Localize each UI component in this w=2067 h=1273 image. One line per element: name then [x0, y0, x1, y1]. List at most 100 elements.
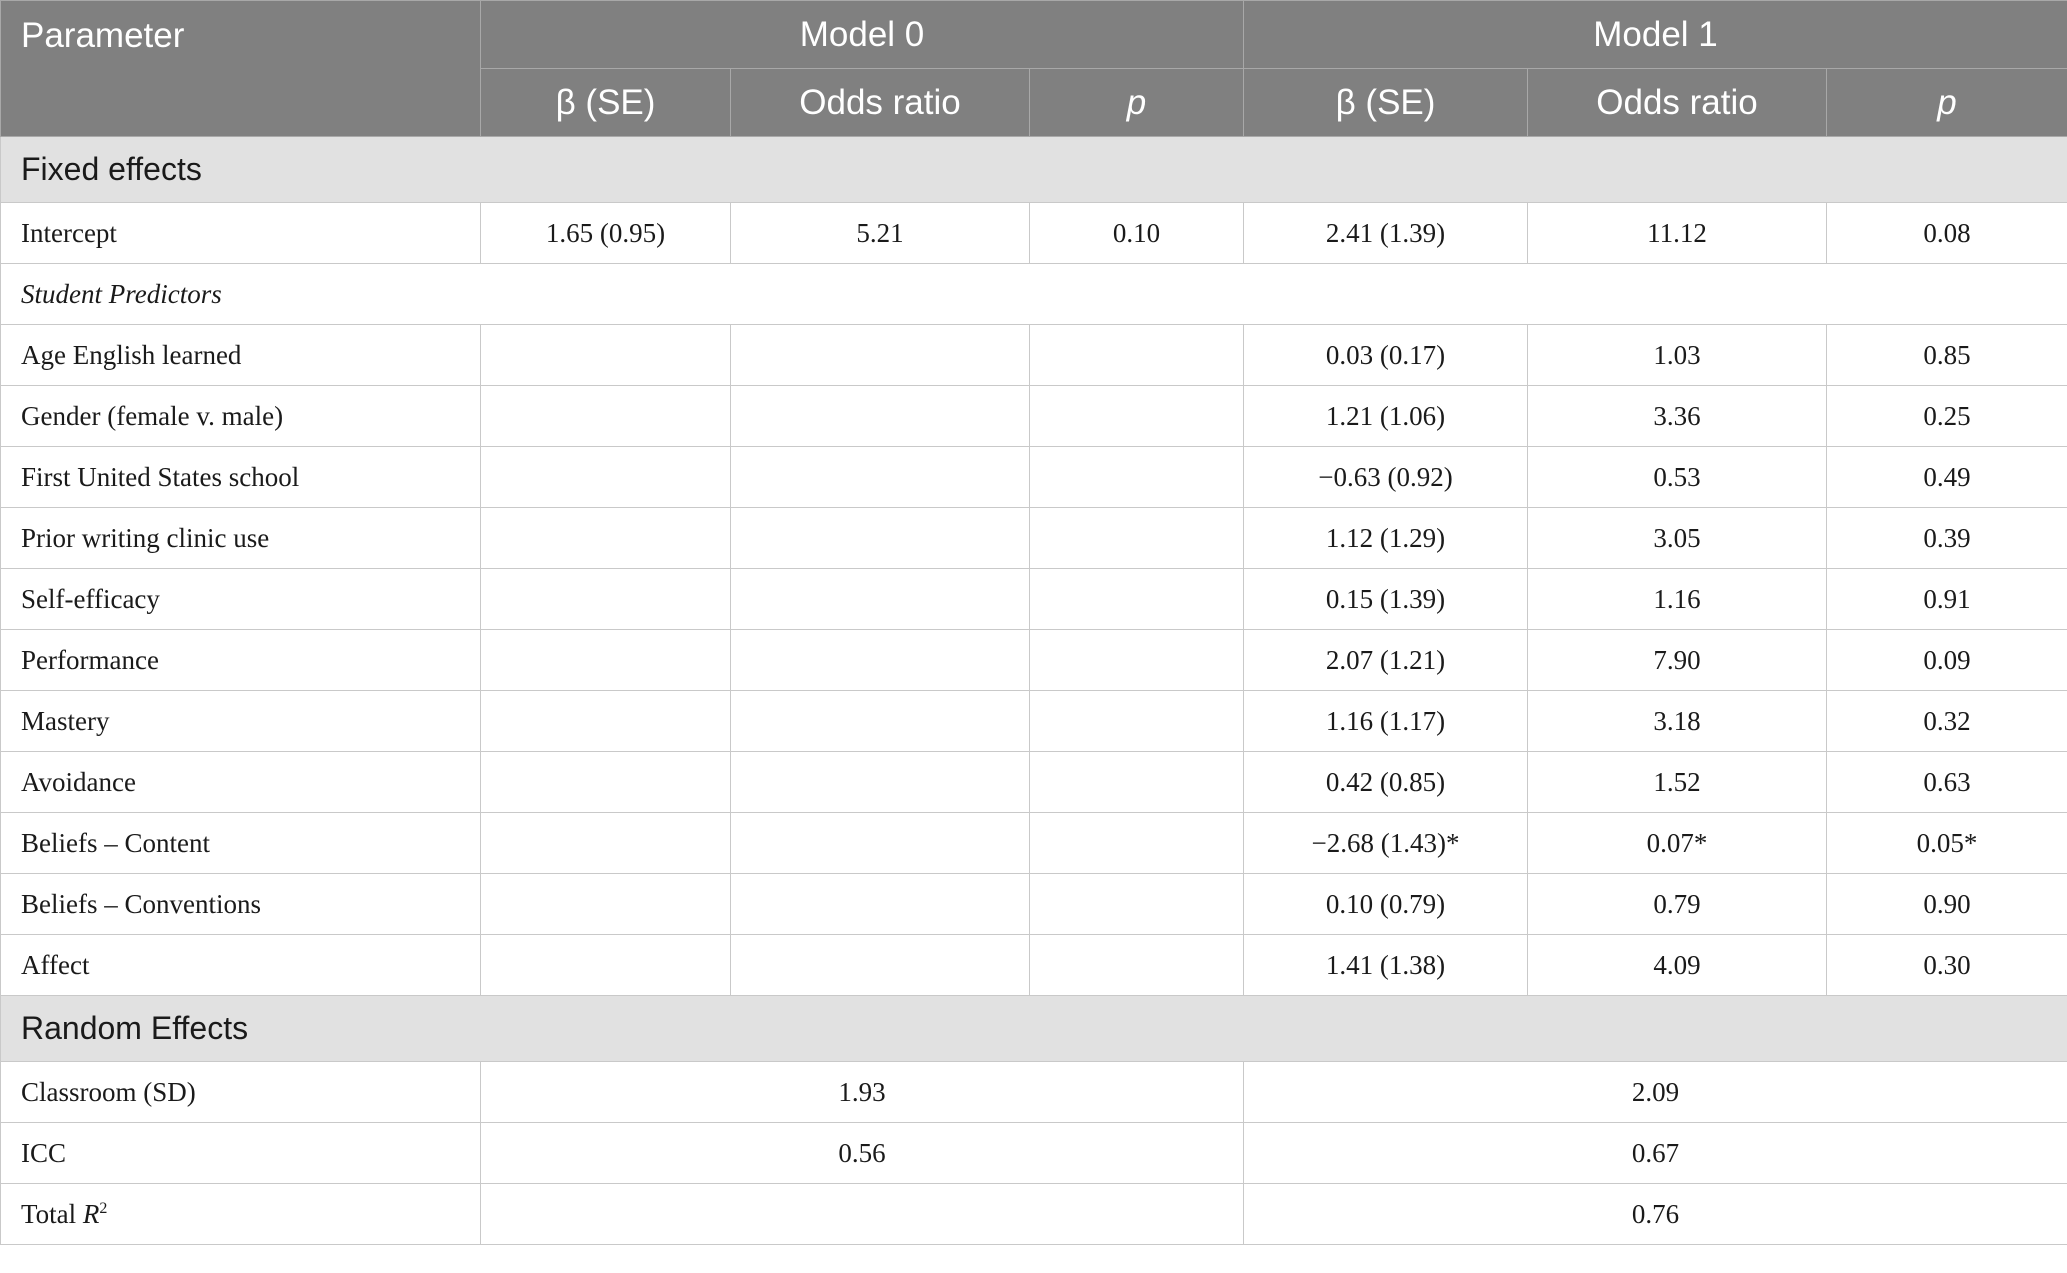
m0-p-empty: [1029, 385, 1244, 447]
header-model-0: Model 0: [480, 0, 1244, 69]
m1-beta: 1.16 (1.17): [1243, 690, 1528, 752]
table-body: Fixed effects Intercept 1.65 (0.95) 5.21…: [0, 136, 2067, 1245]
intercept-m1-or: 11.12: [1527, 202, 1827, 264]
m1-p: 0.30: [1826, 934, 2067, 996]
m0-or-empty: [730, 934, 1030, 996]
m1-p: 0.49: [1826, 446, 2067, 508]
subheading-label: Student Predictors: [0, 263, 2067, 325]
table-row-total-r2: Total R2 0.76: [0, 1183, 2067, 1245]
table-row: First United States school −0.63 (0.92) 0.…: [0, 446, 2067, 508]
header-parameter: Parameter: [0, 0, 481, 137]
table-row: Gender (female v. male) 1.21 (1.06) 3.36 0.…: [0, 385, 2067, 447]
m1-odds-ratio: 3.36: [1527, 385, 1827, 447]
table-row: Prior writing clinic use 1.12 (1.29) 3.05 0…: [0, 507, 2067, 569]
m0-or-empty: [730, 446, 1030, 508]
m0-beta-empty: [480, 690, 731, 752]
m1-p: 0.63: [1826, 751, 2067, 813]
table-row: Affect 1.41 (1.38) 4.09 0.30: [0, 934, 2067, 996]
header-m0-p: p: [1029, 68, 1244, 137]
row-label: First United States school: [0, 446, 481, 508]
m1-odds-ratio: 1.52: [1527, 751, 1827, 813]
row-label: ICC: [0, 1122, 481, 1184]
m1-p: 0.90: [1826, 873, 2067, 935]
table-row: Beliefs – Conventions 0.10 (0.79) 0.79 0.90: [0, 873, 2067, 935]
m1-odds-ratio: 3.05: [1527, 507, 1827, 569]
table-row: Beliefs – Content −2.68 (1.43)* 0.07* 0.05*: [0, 812, 2067, 874]
header-m0-odds-ratio: Odds ratio: [730, 68, 1030, 137]
row-label: Mastery: [0, 690, 481, 752]
m0-or-empty: [730, 812, 1030, 874]
m1-beta: 1.21 (1.06): [1243, 385, 1528, 447]
table-row-classroom-sd: Classroom (SD) 1.93 2.09: [0, 1061, 2067, 1123]
header-m0-beta-se: β (SE): [480, 68, 731, 137]
m1-beta: 0.15 (1.39): [1243, 568, 1528, 630]
row-label: Performance: [0, 629, 481, 691]
m1-beta: −2.68 (1.43)*: [1243, 812, 1528, 874]
intercept-m0-p: 0.10: [1029, 202, 1244, 264]
m0-or-empty: [730, 507, 1030, 569]
header-m1-beta-se: β (SE): [1243, 68, 1528, 137]
total-r2-m1: 0.76: [1243, 1183, 2067, 1245]
section-fixed-effects-label: Fixed effects: [0, 136, 2067, 203]
m0-beta-empty: [480, 446, 731, 508]
icc-m0: 0.56: [480, 1122, 1244, 1184]
m0-p-empty: [1029, 629, 1244, 691]
m0-p-empty: [1029, 507, 1244, 569]
results-table-container: Parameter Model 0 Model 1 β (SE) Odds ra…: [0, 0, 2067, 1255]
m1-odds-ratio: 0.79: [1527, 873, 1827, 935]
header-m1-odds-ratio: Odds ratio: [1527, 68, 1827, 137]
m1-p: 0.85: [1826, 324, 2067, 386]
m1-beta: 1.12 (1.29): [1243, 507, 1528, 569]
total-r2-m0: [480, 1183, 1244, 1245]
m0-or-empty: [730, 385, 1030, 447]
intercept-m1-p: 0.08: [1826, 202, 2067, 264]
header-row-models: Parameter Model 0 Model 1: [0, 0, 2067, 137]
results-table: Parameter Model 0 Model 1 β (SE) Odds ra…: [0, 0, 2067, 1245]
m0-beta-empty: [480, 812, 731, 874]
m0-or-empty: [730, 690, 1030, 752]
m1-odds-ratio: 0.53: [1527, 446, 1827, 508]
classroom-sd-m0: 1.93: [480, 1061, 1244, 1123]
m1-beta: 0.03 (0.17): [1243, 324, 1528, 386]
table-row-intercept: Intercept 1.65 (0.95) 5.21 0.10 2.41 (1.…: [0, 202, 2067, 264]
total-r2-text: Total: [21, 1198, 83, 1229]
table-row: Performance 2.07 (1.21) 7.90 0.09: [0, 629, 2067, 691]
m1-odds-ratio: 1.16: [1527, 568, 1827, 630]
m0-beta-empty: [480, 751, 731, 813]
row-label: Intercept: [0, 202, 481, 264]
total-r2-italic: R: [82, 1198, 100, 1229]
m1-p: 0.05*: [1826, 812, 2067, 874]
row-label: Age English learned: [0, 324, 481, 386]
m1-odds-ratio: 1.03: [1527, 324, 1827, 386]
m0-or-empty: [730, 751, 1030, 813]
m0-or-empty: [730, 568, 1030, 630]
intercept-m0-or: 5.21: [730, 202, 1030, 264]
m1-p: 0.25: [1826, 385, 2067, 447]
m1-beta: 2.07 (1.21): [1243, 629, 1528, 691]
section-random-effects: Random Effects: [0, 995, 2067, 1062]
row-label: Prior writing clinic use: [0, 507, 481, 569]
row-label: Affect: [0, 934, 481, 996]
m1-p: 0.32: [1826, 690, 2067, 752]
intercept-m1-beta: 2.41 (1.39): [1243, 202, 1528, 264]
m0-or-empty: [730, 324, 1030, 386]
m0-p-empty: [1029, 751, 1244, 813]
m0-beta-empty: [480, 568, 731, 630]
table-row: Self-efficacy 0.15 (1.39) 1.16 0.91: [0, 568, 2067, 630]
m0-beta-empty: [480, 629, 731, 691]
table-row: Avoidance 0.42 (0.85) 1.52 0.63: [0, 751, 2067, 813]
m1-odds-ratio: 4.09: [1527, 934, 1827, 996]
m0-or-empty: [730, 873, 1030, 935]
m0-beta-empty: [480, 324, 731, 386]
m1-beta: 1.41 (1.38): [1243, 934, 1528, 996]
intercept-m0-beta: 1.65 (0.95): [480, 202, 731, 264]
m1-odds-ratio: 7.90: [1527, 629, 1827, 691]
m0-beta-empty: [480, 385, 731, 447]
m1-p: 0.39: [1826, 507, 2067, 569]
row-label: Gender (female v. male): [0, 385, 481, 447]
m0-p-empty: [1029, 324, 1244, 386]
m1-odds-ratio: 0.07*: [1527, 812, 1827, 874]
row-label: Avoidance: [0, 751, 481, 813]
table-row: Age English learned 0.03 (0.17) 1.03 0.85: [0, 324, 2067, 386]
m0-p-empty: [1029, 446, 1244, 508]
